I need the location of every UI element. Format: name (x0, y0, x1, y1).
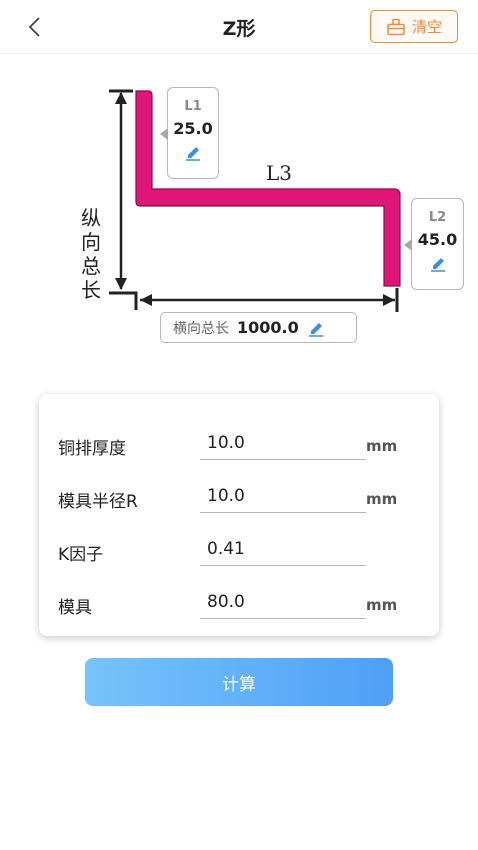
calculate-button[interactable]: 计算 (85, 658, 393, 706)
horizontal-dimension-arrow (140, 288, 399, 312)
k-factor-label: K因子 (58, 545, 104, 565)
die-radius-label: 模具半径R (58, 492, 138, 512)
vertical-total-length-label: 纵 向 总 长 (81, 206, 101, 302)
k-factor-row: K因子 (39, 510, 439, 566)
thickness-input[interactable] (200, 426, 366, 460)
horizontal-length-edit-tag[interactable]: 横向总长 1000.0 (160, 312, 357, 343)
parameters-card: 铜排厚度 mm 模具半径R mm K因子 模具 mm (39, 394, 439, 636)
die-row: 模具 mm (39, 563, 439, 619)
thickness-row: 铜排厚度 mm (39, 404, 439, 460)
die-unit: mm (366, 596, 398, 614)
clear-button[interactable]: 清空 (370, 10, 458, 43)
l1-value: 25.0 (173, 119, 213, 138)
l1-name: L1 (184, 99, 202, 114)
clear-button-label: 清空 (411, 18, 442, 36)
l3-label: L3 (266, 161, 293, 185)
horizontal-length-label: 横向总长 (173, 320, 229, 337)
l2-edit-tag[interactable]: L2 45.0 (404, 198, 464, 290)
die-radius-input[interactable] (200, 479, 366, 513)
thickness-label: 铜排厚度 (58, 439, 126, 459)
die-radius-unit: mm (366, 490, 398, 508)
die-label: 模具 (58, 598, 92, 618)
die-input[interactable] (200, 585, 366, 619)
top-bar: Z形 清空 (0, 0, 478, 54)
pencil-icon (186, 147, 200, 161)
horizontal-length-value: 1000.0 (237, 318, 299, 337)
k-factor-input[interactable] (200, 532, 366, 566)
l1-edit-tag[interactable]: L1 25.0 (160, 87, 219, 179)
l2-name: L2 (428, 210, 447, 225)
vertical-dimension-arrow (109, 89, 138, 310)
l2-value: 45.0 (417, 230, 458, 249)
die-radius-row: 模具半径R mm (39, 457, 439, 513)
broom-icon (387, 18, 405, 35)
thickness-unit: mm (366, 437, 398, 455)
pencil-icon (430, 258, 445, 272)
pencil-icon (308, 322, 323, 337)
